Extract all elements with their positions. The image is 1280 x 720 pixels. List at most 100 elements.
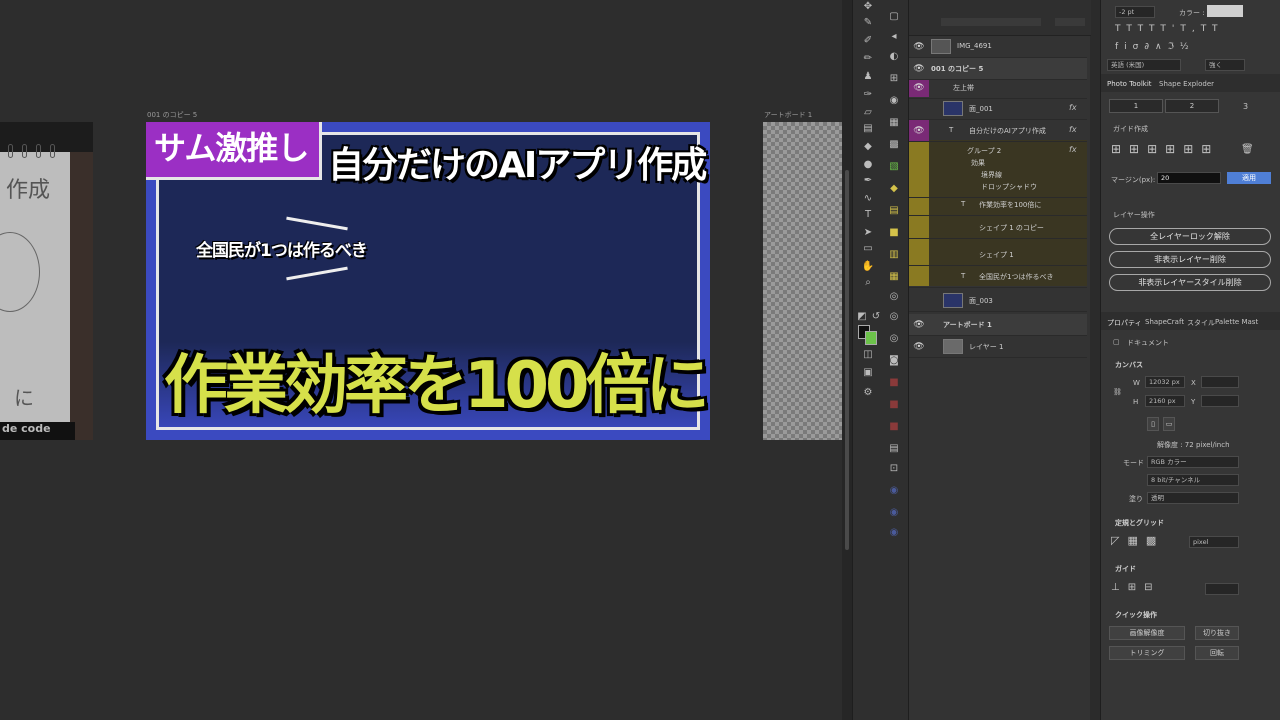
opentype-buttons[interactable]: fiσ∂∧ℑ½ — [1115, 42, 1195, 52]
color-tool-icon[interactable]: ▩ — [887, 138, 901, 152]
quick-mask-icon[interactable]: ◫ — [861, 348, 875, 362]
pen-icon[interactable]: ✒ — [861, 174, 875, 188]
tab-styles[interactable]: スタイル — [1187, 318, 1215, 328]
artboard-label-copy5[interactable]: 001 のコピー 5 — [147, 110, 197, 120]
tab-photo-toolkit[interactable]: Photo Toolkit — [1107, 80, 1152, 88]
fx-icon[interactable]: fx — [1069, 103, 1077, 112]
swap-colors-icon[interactable]: ↺ — [869, 310, 883, 324]
camera-icon[interactable]: ◙ — [887, 354, 901, 368]
record-icon[interactable]: ◎ — [887, 290, 901, 304]
canvas-scrollbar[interactable] — [842, 0, 852, 720]
text-color-swatch[interactable] — [1207, 5, 1243, 17]
bit-depth-select[interactable]: 8 bit/チャンネル — [1147, 474, 1239, 486]
rotate-button[interactable]: 回転 — [1195, 646, 1239, 660]
record-icon[interactable]: ◎ — [887, 332, 901, 346]
gradient-icon[interactable]: ▤ — [861, 122, 875, 136]
language-select[interactable]: 英語 (米国) — [1107, 59, 1181, 71]
layer-row[interactable]: 👁 レイヤー 1 — [909, 336, 1087, 358]
lock-options[interactable] — [941, 18, 1041, 26]
width-field[interactable]: 12032 px — [1145, 376, 1185, 388]
guide-layout-icons[interactable]: ⊞⊞⊞⊞⊞⊞ — [1111, 142, 1219, 156]
size-field[interactable]: -2 pt — [1115, 6, 1155, 18]
path-select-icon[interactable]: ➤ — [861, 226, 875, 240]
fill-select[interactable]: 透明 — [1147, 492, 1239, 504]
eye-icon[interactable]: 👁 — [912, 62, 926, 76]
hand-icon[interactable]: ✋ — [861, 260, 875, 274]
history-brush-icon[interactable]: ✑ — [861, 88, 875, 102]
eye-icon[interactable]: 👁 — [912, 340, 926, 354]
red-tool-icon[interactable]: ■ — [887, 376, 901, 390]
orientation-icon[interactable]: ▭ — [1163, 417, 1175, 431]
trim-button[interactable]: トリミング — [1109, 646, 1185, 660]
trash-icon[interactable]: 🗑 — [1241, 144, 1254, 155]
stamp-icon[interactable]: ♟ — [861, 70, 875, 84]
eye-icon[interactable]: 👁 — [912, 81, 926, 95]
adjust-icon[interactable]: ◐ — [887, 50, 901, 64]
x-field[interactable] — [1201, 376, 1239, 388]
margin-input[interactable]: 20 — [1157, 172, 1221, 184]
crop-button[interactable]: 切り抜き — [1195, 626, 1239, 640]
type-style-buttons[interactable]: TTTTT'T,TT — [1115, 24, 1224, 34]
eyedropper-icon[interactable]: ✎ — [861, 16, 875, 30]
eraser-icon[interactable]: ▱ — [861, 106, 875, 120]
layer-row[interactable]: 👁 左上帯 — [909, 77, 1087, 99]
layer-row[interactable]: 👁 T 自分だけのAIアプリ作成 fx — [909, 120, 1087, 142]
tab-shape-exploder[interactable]: Shape Exploder — [1159, 80, 1214, 88]
yellow-tool-icon[interactable]: ■ — [887, 226, 901, 240]
apply-button[interactable]: 適用 — [1227, 172, 1271, 184]
extension-icon[interactable]: ⚙ — [861, 386, 875, 400]
blue-tool-icon[interactable]: ◉ — [887, 506, 901, 520]
blue-tool-icon[interactable]: ◉ — [887, 484, 901, 498]
tab-properties[interactable]: プロパティ — [1107, 318, 1142, 328]
scrollbar-thumb[interactable] — [845, 170, 849, 550]
layer-row[interactable]: 面_003 — [909, 290, 1087, 312]
eye-icon[interactable]: 👁 — [912, 40, 926, 54]
red-tool-icon[interactable]: ■ — [887, 398, 901, 412]
antialias-select[interactable]: 強く — [1205, 59, 1245, 71]
link-icon[interactable]: ⛓ — [1113, 388, 1122, 396]
background-color[interactable] — [865, 331, 877, 345]
fx-icon[interactable]: fx — [1069, 125, 1077, 134]
column-button-2[interactable]: 2 — [1165, 99, 1219, 113]
type-icon[interactable]: T — [861, 208, 875, 222]
frame-icon[interactable]: ⊡ — [887, 462, 901, 476]
layer-row[interactable]: 面_001 fx — [909, 98, 1087, 120]
layer-row[interactable]: 👁 アートボード 1 — [909, 314, 1087, 336]
rulers-grid-title[interactable]: 定規とグリッド — [1115, 518, 1164, 528]
blue-tool-icon[interactable]: ◉ — [887, 526, 901, 540]
yellow-tool-icon[interactable]: ▦ — [887, 270, 901, 284]
pencil-icon[interactable]: ✏ — [861, 52, 875, 66]
red-tool-icon[interactable]: ■ — [887, 420, 901, 434]
transparent-artboard[interactable] — [763, 122, 842, 440]
tab-palette-mast[interactable]: Palette Mast — [1215, 318, 1258, 326]
canvas-section-title[interactable]: カンバス — [1115, 360, 1143, 370]
quick-actions-title[interactable]: クイック操作 — [1115, 610, 1157, 620]
layer-row[interactable]: シェイプ 1 — [909, 244, 1087, 266]
delete-hidden-styles-button[interactable]: 非表示レイヤースタイル削除 — [1109, 274, 1271, 291]
move-icon[interactable]: ✥ — [861, 0, 875, 14]
eye-icon[interactable]: 👁 — [912, 124, 926, 138]
yellow-tool-icon[interactable]: ▤ — [887, 204, 901, 218]
layer-row[interactable]: T 全国民が1つは作るべき — [909, 266, 1087, 288]
tab-shapecraft[interactable]: ShapeCraft — [1145, 318, 1184, 326]
mode-select[interactable]: RGB カラー — [1147, 456, 1239, 468]
plugin-icon[interactable]: ◉ — [887, 94, 901, 108]
record-icon[interactable]: ◎ — [887, 310, 901, 324]
guide-style-select[interactable] — [1205, 583, 1239, 595]
screen-mode-icon[interactable]: ▣ — [861, 366, 875, 380]
history-icon[interactable]: ▢ — [887, 10, 901, 24]
delete-hidden-layers-button[interactable]: 非表示レイヤー削除 — [1109, 251, 1271, 268]
unit-select[interactable]: pixel — [1189, 536, 1239, 548]
artboard-label-1[interactable]: アートボード 1 — [764, 110, 812, 120]
yellow-tool-icon[interactable]: ◆ — [887, 182, 901, 196]
add-icon[interactable]: ⊞ — [887, 72, 901, 86]
zoom-icon[interactable]: ⌕ — [861, 276, 875, 290]
comment-icon[interactable]: ▤ — [887, 442, 901, 456]
layer-row[interactable]: シェイプ 1 のコピー — [909, 217, 1087, 239]
fill-field[interactable] — [1055, 18, 1085, 26]
image-size-button[interactable]: 画像解像度 — [1109, 626, 1185, 640]
default-colors-icon[interactable]: ◩ — [855, 310, 869, 324]
document-canvas[interactable]: 001 のコピー 5 アートボード 1 作成 に de code サム激推し 自… — [0, 0, 842, 720]
unlock-all-layers-button[interactable]: 全レイヤーロック解除 — [1109, 228, 1271, 245]
guide-icons[interactable]: ⊥⊞⊟ — [1111, 582, 1160, 593]
